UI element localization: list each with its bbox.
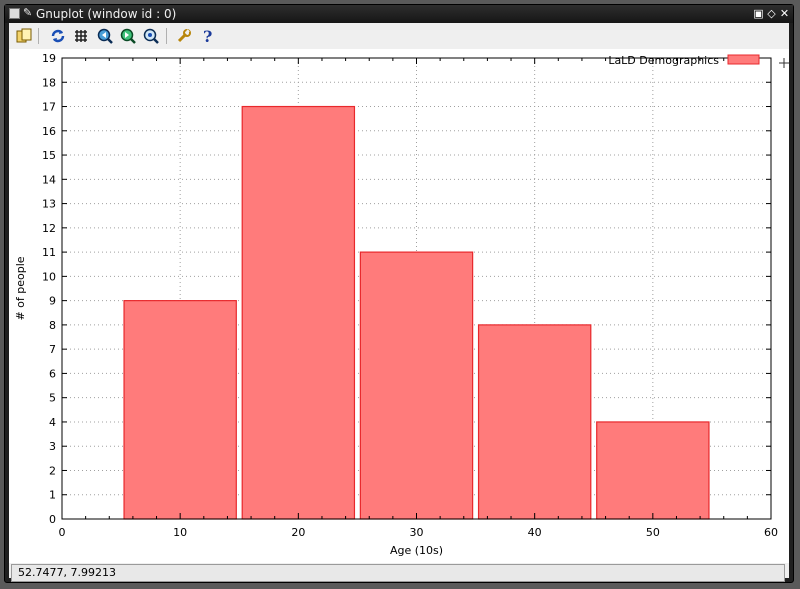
restore-icon[interactable]: ▣ — [753, 8, 764, 19]
bar-20 — [241, 105, 356, 520]
chart[interactable]: 0123456789101112131415161718190 10 20 30 40 5… — [9, 49, 789, 563]
window-menu-icon[interactable] — [9, 8, 20, 19]
cursor-coordinates: 52.7477, 7.99213 — [18, 566, 116, 579]
legend-label: LaLD Demographics — [608, 54, 719, 67]
gnuplot-window: ✎ Gnuplot (window id : 0) ▣ ◇ ✕ ? 0 1 2 … — [4, 4, 794, 583]
x-tick-label: 10 — [173, 526, 187, 539]
y-tick-label: 6 — [49, 367, 56, 380]
bar-10 — [123, 300, 237, 520]
close-icon[interactable]: ✕ — [779, 8, 790, 19]
y-tick-label: 1 — [49, 489, 56, 502]
bar-50 — [596, 421, 710, 520]
x-tick-label: 20 — [291, 526, 305, 539]
y-tick-label: 11 — [42, 246, 56, 259]
replot-icon[interactable] — [49, 27, 67, 45]
y-tick-label: 16 — [42, 125, 56, 138]
y-tick-label: 7 — [49, 343, 56, 356]
y-tick-label: 17 — [42, 101, 56, 114]
help-icon[interactable]: ? — [198, 27, 216, 45]
y-tick-label: 5 — [49, 392, 56, 405]
plot-area[interactable]: 0 1 2 3 4 5 6 7 8 9 10 11 12 13 14 15 16 17 18 19 0 10 20 30 40 5… — [9, 49, 789, 563]
x-tick-label: 40 — [528, 526, 542, 539]
x-tick-label: 60 — [764, 526, 778, 539]
y-tick-label: 3 — [49, 440, 56, 453]
title-bar[interactable]: ✎ Gnuplot (window id : 0) ▣ ◇ ✕ — [5, 5, 793, 23]
pin-icon[interactable]: ✎ — [23, 6, 32, 19]
y-tick-label: 9 — [49, 295, 56, 308]
autoscale-icon[interactable] — [142, 27, 160, 45]
x-tick-label: 0 — [59, 526, 66, 539]
window-title: Gnuplot (window id : 0) — [36, 7, 177, 21]
client-area: ? 0 1 2 3 4 5 6 7 8 9 10 11 12 13 14 15 16 17 18 19 0 10 20 30 4… — [9, 23, 789, 582]
y-tick-label: 15 — [42, 149, 56, 162]
bar-30 — [359, 251, 474, 520]
y-tick-label: 13 — [42, 198, 56, 211]
legend-swatch — [727, 54, 760, 65]
copy-to-clipboard-icon[interactable] — [15, 27, 33, 45]
y-axis-title: # of people — [14, 256, 27, 320]
svg-text:?: ? — [203, 28, 212, 44]
y-tick-label: 18 — [42, 76, 56, 89]
y-tick-label: 10 — [42, 270, 56, 283]
previous-zoom-icon[interactable] — [96, 27, 114, 45]
settings-icon[interactable] — [175, 27, 193, 45]
x-tick-label: 30 — [410, 526, 424, 539]
y-tick-label: 12 — [42, 222, 56, 235]
y-tick-label: 2 — [49, 464, 56, 477]
shade-icon[interactable]: ◇ — [766, 8, 777, 19]
bar-40 — [477, 324, 592, 520]
y-tick-label: 8 — [49, 319, 56, 332]
y-tick-label: 4 — [49, 416, 56, 429]
y-tick-label: 0 — [49, 513, 56, 526]
x-axis-title: Age (10s) — [390, 544, 443, 557]
toolbar: ? — [9, 23, 789, 49]
x-tick-label: 50 — [646, 526, 660, 539]
status-bar: 52.7477, 7.99213 — [11, 564, 785, 582]
y-tick-label: 19 — [42, 52, 56, 65]
next-zoom-icon[interactable] — [119, 27, 137, 45]
y-tick-label: 14 — [42, 173, 56, 186]
grid-icon[interactable] — [72, 27, 90, 45]
